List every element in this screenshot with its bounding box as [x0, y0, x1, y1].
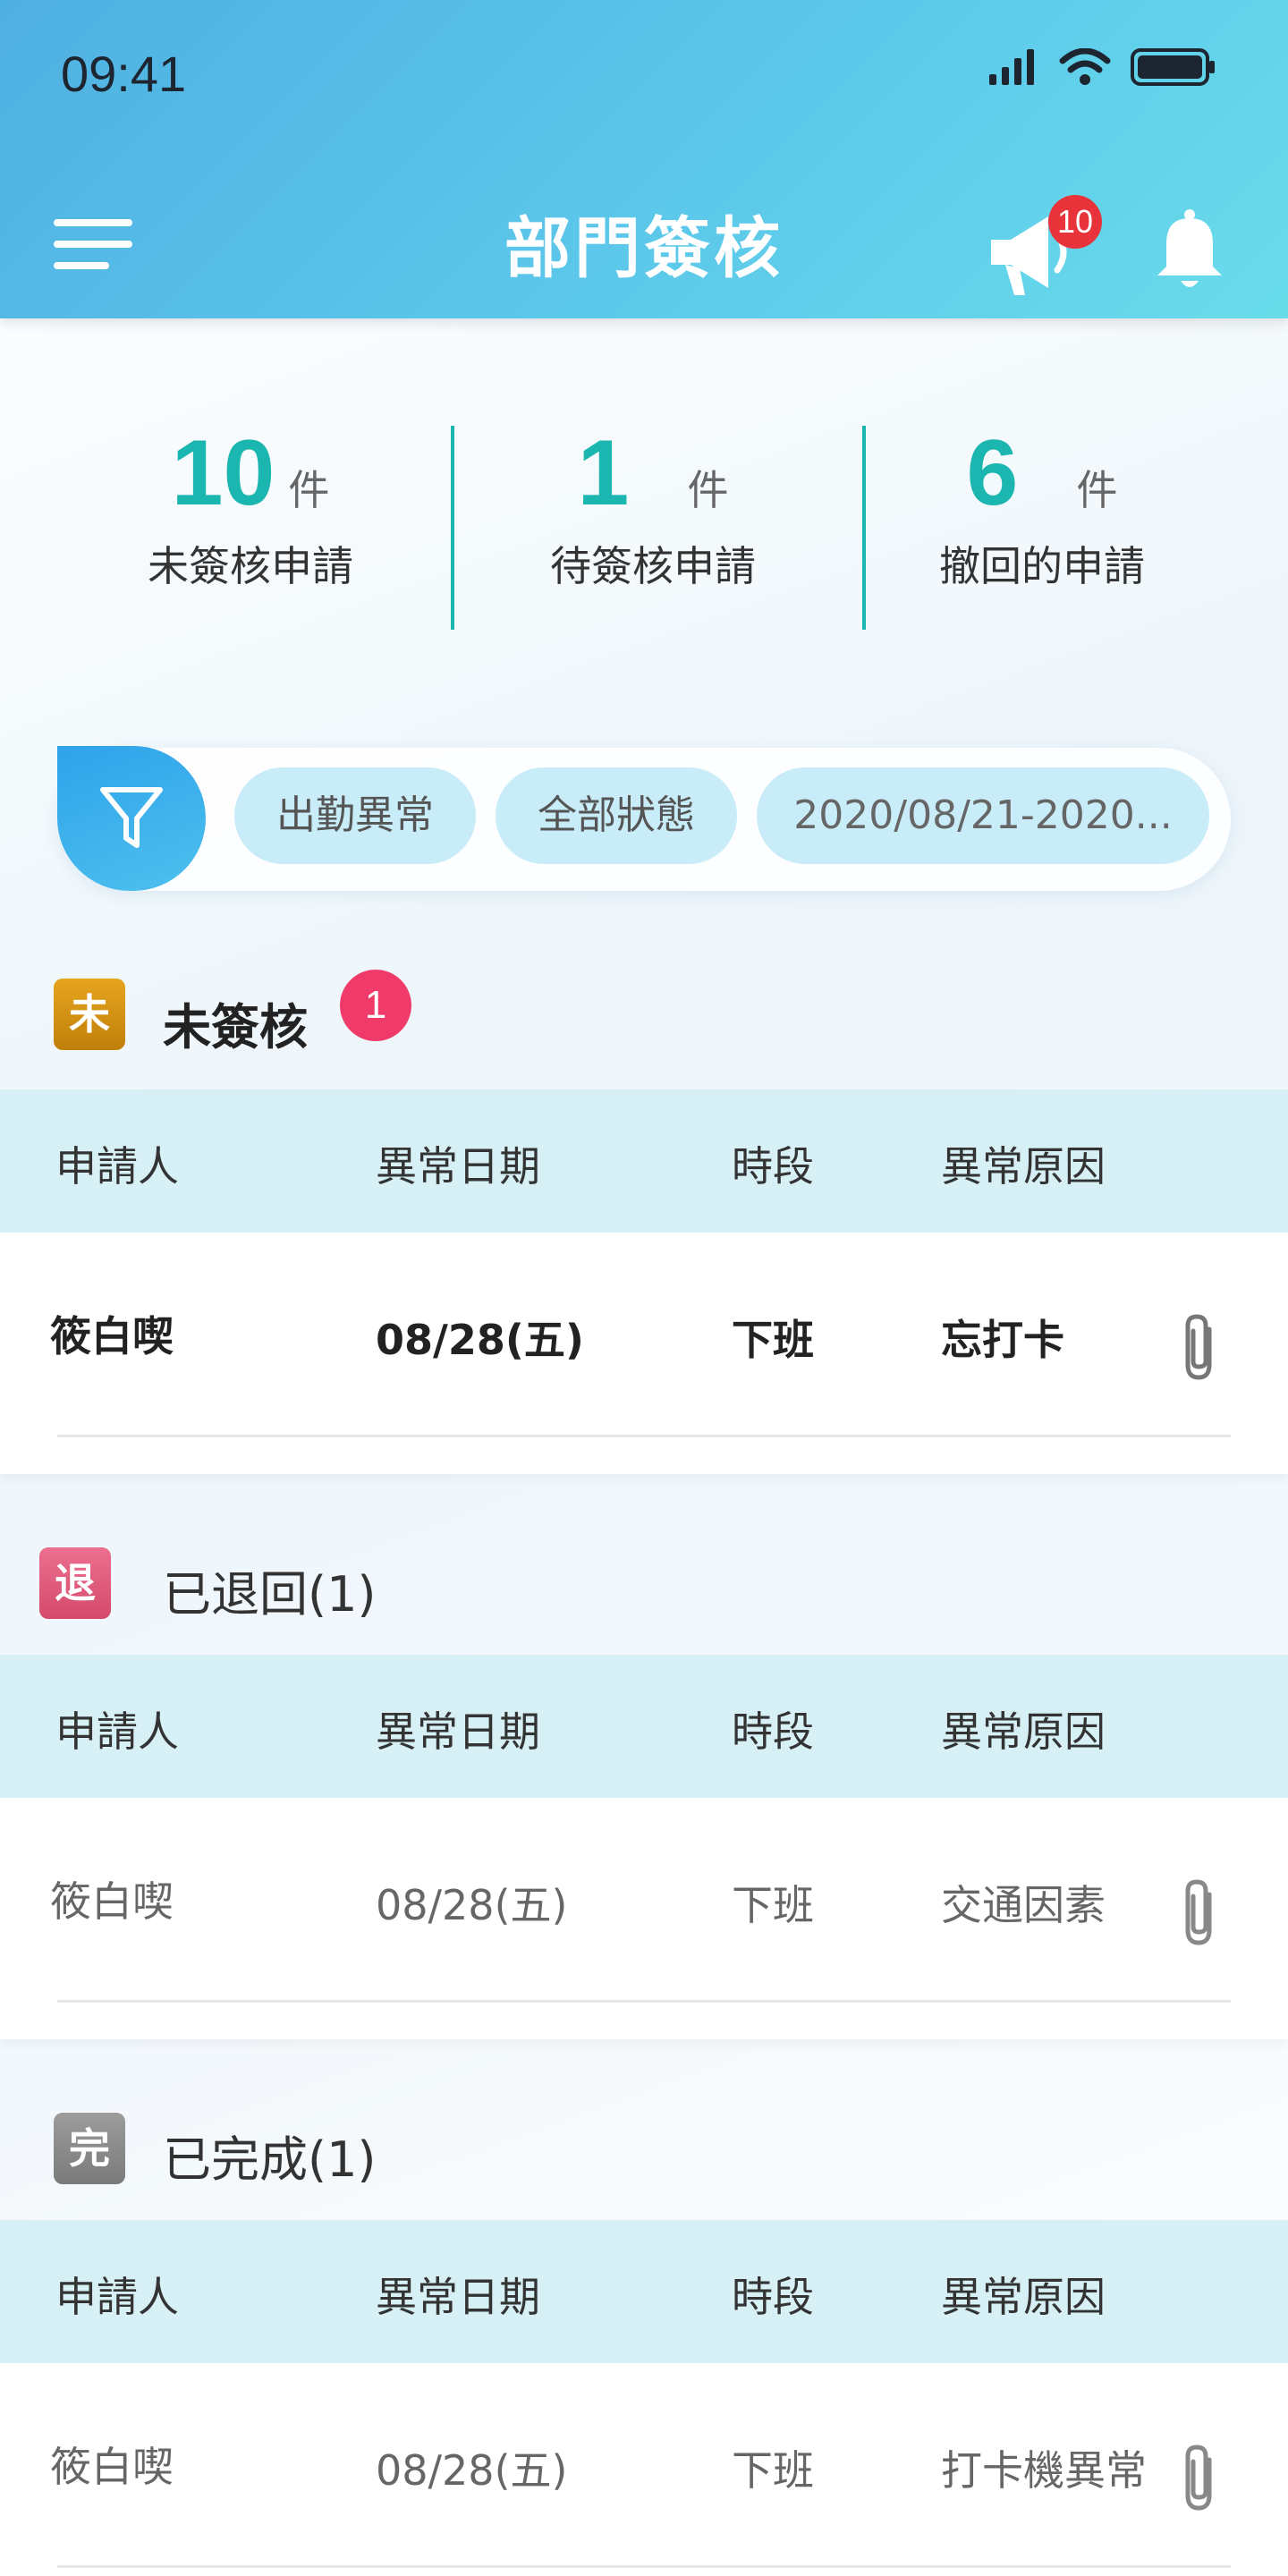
stats-summary: 10 件 未簽核申請 1 件 待簽核申請 6 件 撤回的申請	[0, 420, 1288, 635]
column-header-reason: 異常原因	[941, 1707, 1106, 1756]
section-badge: 退	[39, 1547, 111, 1619]
attachment-icon[interactable]	[1179, 2442, 1222, 2513]
column-header-date: 異常日期	[376, 2273, 540, 2321]
table-header: 申請人 異常日期 時段 異常原因	[0, 2220, 1288, 2363]
table-header: 申請人 異常日期 時段 異常原因	[0, 1089, 1288, 1233]
stat-label: 未簽核申請	[148, 542, 353, 590]
row-divider	[57, 2565, 1231, 2568]
row-date: 08/28(五)	[376, 2446, 568, 2495]
column-header-reason: 異常原因	[941, 2273, 1106, 2321]
stat-value: 1	[577, 421, 630, 525]
section-count-badge: 1	[340, 970, 411, 1041]
section-completed-header: 完 已完成(1)	[0, 2106, 1288, 2195]
section-title: 已退回(1)	[163, 1566, 377, 1623]
table-row[interactable]: 筱白喫 08/28(五) 下班 打卡機異常	[0, 2363, 1288, 2576]
row-period: 下班	[732, 1316, 814, 1364]
section-returned-header: 退 已退回(1)	[0, 1540, 1288, 1630]
stat-label: 撤回的申請	[939, 542, 1145, 590]
stat-withdrawn[interactable]: 6 件 撤回的申請	[921, 420, 1163, 593]
filter-chip-type[interactable]: 出勤異常	[234, 767, 476, 864]
battery-icon	[1131, 48, 1215, 86]
stat-divider	[862, 426, 866, 630]
row-period: 下班	[732, 1881, 814, 1929]
stat-pending[interactable]: 1 件 待簽核申請	[537, 420, 769, 593]
table-header: 申請人 異常日期 時段 異常原因	[0, 1655, 1288, 1798]
stat-label: 待簽核申請	[550, 542, 756, 590]
section-badge: 完	[54, 2113, 125, 2184]
column-header-date: 異常日期	[376, 1142, 540, 1191]
attachment-icon[interactable]	[1179, 1877, 1222, 1948]
section-title: 已完成(1)	[163, 2131, 377, 2188]
row-divider	[57, 2000, 1231, 2003]
column-header-reason: 異常原因	[941, 1142, 1106, 1191]
column-header-applicant: 申請人	[55, 1142, 179, 1191]
section-unsigned-header: 未 未簽核 1	[0, 970, 1288, 1059]
row-divider	[57, 1435, 1231, 1437]
announcement-count-badge: 10	[1048, 195, 1102, 249]
column-header-date: 異常日期	[376, 1707, 540, 1756]
stat-unit: 件	[687, 466, 729, 514]
row-applicant: 筱白喫	[50, 1312, 174, 1360]
row-date: 08/28(五)	[376, 1316, 584, 1364]
filter-chip-status[interactable]: 全部狀態	[496, 767, 737, 864]
row-reason: 打卡機異常	[941, 2446, 1147, 2495]
row-applicant: 筱白喫	[50, 2443, 174, 2491]
section-badge: 未	[54, 979, 125, 1050]
column-header-period: 時段	[732, 2273, 814, 2321]
stat-unit: 件	[1076, 466, 1118, 514]
table-row[interactable]: 筱白喫 08/28(五) 下班 交通因素	[0, 1798, 1288, 2039]
column-header-period: 時段	[732, 1707, 814, 1756]
status-icons	[989, 48, 1216, 86]
stat-value: 10	[171, 421, 275, 525]
stat-unsigned[interactable]: 10 件 未簽核申請	[134, 420, 367, 593]
column-header-applicant: 申請人	[55, 1707, 179, 1756]
status-time: 09:41	[61, 46, 187, 102]
table-row[interactable]: 筱白喫 08/28(五) 下班 忘打卡	[0, 1233, 1288, 1474]
row-applicant: 筱白喫	[50, 1877, 174, 1926]
filter-icon	[100, 787, 163, 848]
wifi-icon	[1059, 48, 1111, 85]
filter-chip-date-range[interactable]: 2020/08/21-2020...	[757, 767, 1209, 864]
row-date: 08/28(五)	[376, 1881, 568, 1929]
attachment-icon[interactable]	[1179, 1311, 1222, 1383]
row-period: 下班	[732, 2446, 814, 2495]
column-header-period: 時段	[732, 1142, 814, 1191]
row-reason: 忘打卡	[941, 1316, 1064, 1364]
signal-icon	[989, 49, 1034, 85]
bell-icon[interactable]	[1154, 208, 1225, 293]
stat-divider	[451, 426, 454, 630]
column-header-applicant: 申請人	[55, 2273, 179, 2321]
stat-unit: 件	[288, 466, 330, 514]
stat-value: 6	[966, 421, 1019, 525]
row-reason: 交通因素	[941, 1881, 1106, 1929]
app-header: 09:41 部門簽核 10	[0, 0, 1288, 318]
filter-button[interactable]	[57, 746, 206, 891]
section-title: 未簽核	[163, 999, 308, 1055]
